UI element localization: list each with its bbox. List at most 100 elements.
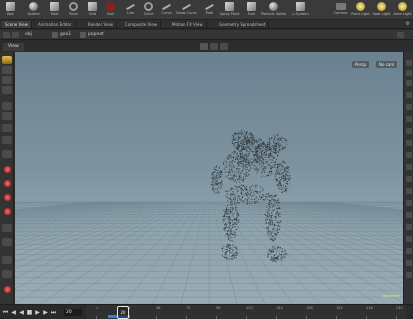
shelf-tool-draw-curve[interactable]: Draw Curve [176,1,197,19]
path-obj[interactable]: obj [25,31,32,39]
tab-animation-editor[interactable]: Animation Editor [35,21,76,28]
playhead[interactable]: 20 [117,306,129,319]
tab-composite-view[interactable]: Composite View [122,21,162,28]
handle-tool-icon[interactable] [2,102,12,110]
render-icon[interactable] [406,260,412,266]
go-end-icon[interactable]: ⏭ [50,309,57,316]
display-options-icon[interactable] [200,43,208,50]
view-tool-icon[interactable] [2,124,12,132]
cook-icon[interactable] [2,270,12,278]
background-icon[interactable] [406,80,412,86]
camera-lock-icon[interactable] [406,200,412,206]
select-edges-icon[interactable] [3,180,11,187]
shelf-tool-point-light[interactable]: Point Light [351,1,370,19]
box-icon [6,2,15,11]
normals-icon[interactable] [406,128,412,134]
shelf-tool-platonic-solids[interactable]: Platonic Solids [261,1,286,19]
null-icon [106,2,115,11]
shelf-tool-tube[interactable]: Tube [47,1,62,19]
shelf-tool-area-light[interactable]: Area Light [394,1,411,19]
go-start-icon[interactable]: ⏮ [2,309,9,316]
select-tool-icon[interactable] [2,56,12,64]
l-system-icon [296,2,305,11]
group-icon[interactable] [2,150,12,158]
rotate-tool-icon[interactable] [2,76,12,84]
lighting-icon[interactable] [406,70,412,76]
select-points-icon[interactable] [3,166,11,173]
select-vertices-icon[interactable] [3,208,11,215]
shelf-tool-spray-paint[interactable]: Spray Paint [220,1,239,19]
shelf-tool-camera[interactable]: Camera [333,1,348,19]
step-back-icon[interactable]: ◀ [10,309,17,316]
snap-icon[interactable] [2,136,12,144]
shelf-tool-path[interactable]: Path [202,1,217,19]
stop-icon[interactable]: ■ [26,309,33,316]
step-forward-icon[interactable]: ▶ [42,309,49,316]
point-light-icon [356,2,365,11]
camera-icon [335,3,346,10]
points-display-icon[interactable] [406,116,412,122]
shelf-tool-null[interactable]: Null [103,1,118,19]
camera-menu-button[interactable]: No cam [376,61,398,68]
safe-area-icon[interactable] [406,176,412,182]
shelf-tool-circle[interactable]: Circle [141,1,156,19]
curve-icon [162,3,171,11]
area-light-icon [398,2,407,11]
isolate-icon[interactable] [2,224,12,232]
snapshot-icon[interactable] [406,272,412,278]
hud-icon[interactable] [406,188,412,194]
shelf-tool-sphere[interactable]: Sphere [26,1,41,19]
grid-toggle-icon[interactable] [406,92,412,98]
spot-light-icon [377,2,386,11]
split-view-icon[interactable] [406,212,412,218]
shading-icon[interactable] [210,43,218,50]
path-geo[interactable]: geo1 [60,31,71,39]
back-icon[interactable] [3,32,10,38]
scale-tool-icon[interactable] [2,86,12,94]
tab-render-view[interactable]: Render View [85,21,118,28]
viewport-tab[interactable]: View [3,43,24,51]
shelf-tool-font[interactable]: Font [244,1,259,19]
select-primitives-icon[interactable] [3,194,11,201]
geo-node-icon [52,32,58,38]
wireframe-icon[interactable] [220,43,228,50]
shelf-tool-grid[interactable]: Grid [85,1,100,19]
shelf-tool-torus[interactable]: Torus [66,1,81,19]
visibility-icon[interactable] [2,238,12,246]
play-reverse-icon[interactable]: ◀ [18,309,25,316]
timeline-bar: ⏮ ◀ ◀ ■ ▶ ▶ ⏭ 20 12448729612014416819221… [0,304,413,319]
record-icon[interactable] [3,286,11,293]
tab-options-icon[interactable]: ⚙ [406,21,410,27]
stereo-icon[interactable] [406,236,412,242]
tab-motion-fx-view[interactable]: Motion FX View [169,21,207,28]
origin-icon[interactable] [406,164,412,170]
timeline-tick-label: 216 [366,306,373,310]
frame-field[interactable]: 20 [64,309,82,316]
move-tool-icon[interactable] [2,66,12,74]
templates-icon[interactable] [406,152,412,158]
shelf-tool-spot-light[interactable]: Spot Light [373,1,390,19]
shelf-tool-line[interactable]: Line [123,1,138,19]
play-icon[interactable]: ▶ [34,309,41,316]
tube-icon [50,2,59,11]
perspective-menu-button[interactable]: Persp [352,61,369,68]
tab-scene-view[interactable]: Scene View [2,21,32,28]
guides-icon[interactable] [406,140,412,146]
timeline-tick-label: 1 [96,306,99,310]
shelf-tool-curve[interactable]: Curve [159,1,174,19]
scene-viewport[interactable]: Persp No cam Geometry [15,52,403,304]
timeline-ruler[interactable]: 124487296120144168192216240 [86,305,406,319]
tab-geometry-spreadsheet[interactable]: Geometry Spreadsheet [216,21,270,28]
forward-icon[interactable] [12,32,19,38]
pin-icon[interactable] [397,32,404,38]
shelf-tool-box[interactable]: Box [3,1,18,19]
quad-view-icon[interactable] [406,224,412,230]
display-toggle-icon[interactable] [406,60,412,66]
render-region-icon[interactable] [2,256,12,264]
shelf-tool-l-system[interactable]: L-System [292,1,309,19]
path-node[interactable]: popnet [88,31,104,39]
timeline-tick-label: 96 [216,306,221,310]
flipbook-icon[interactable] [406,248,412,254]
pose-tool-icon[interactable] [2,112,12,120]
ghost-icon[interactable] [406,104,412,110]
